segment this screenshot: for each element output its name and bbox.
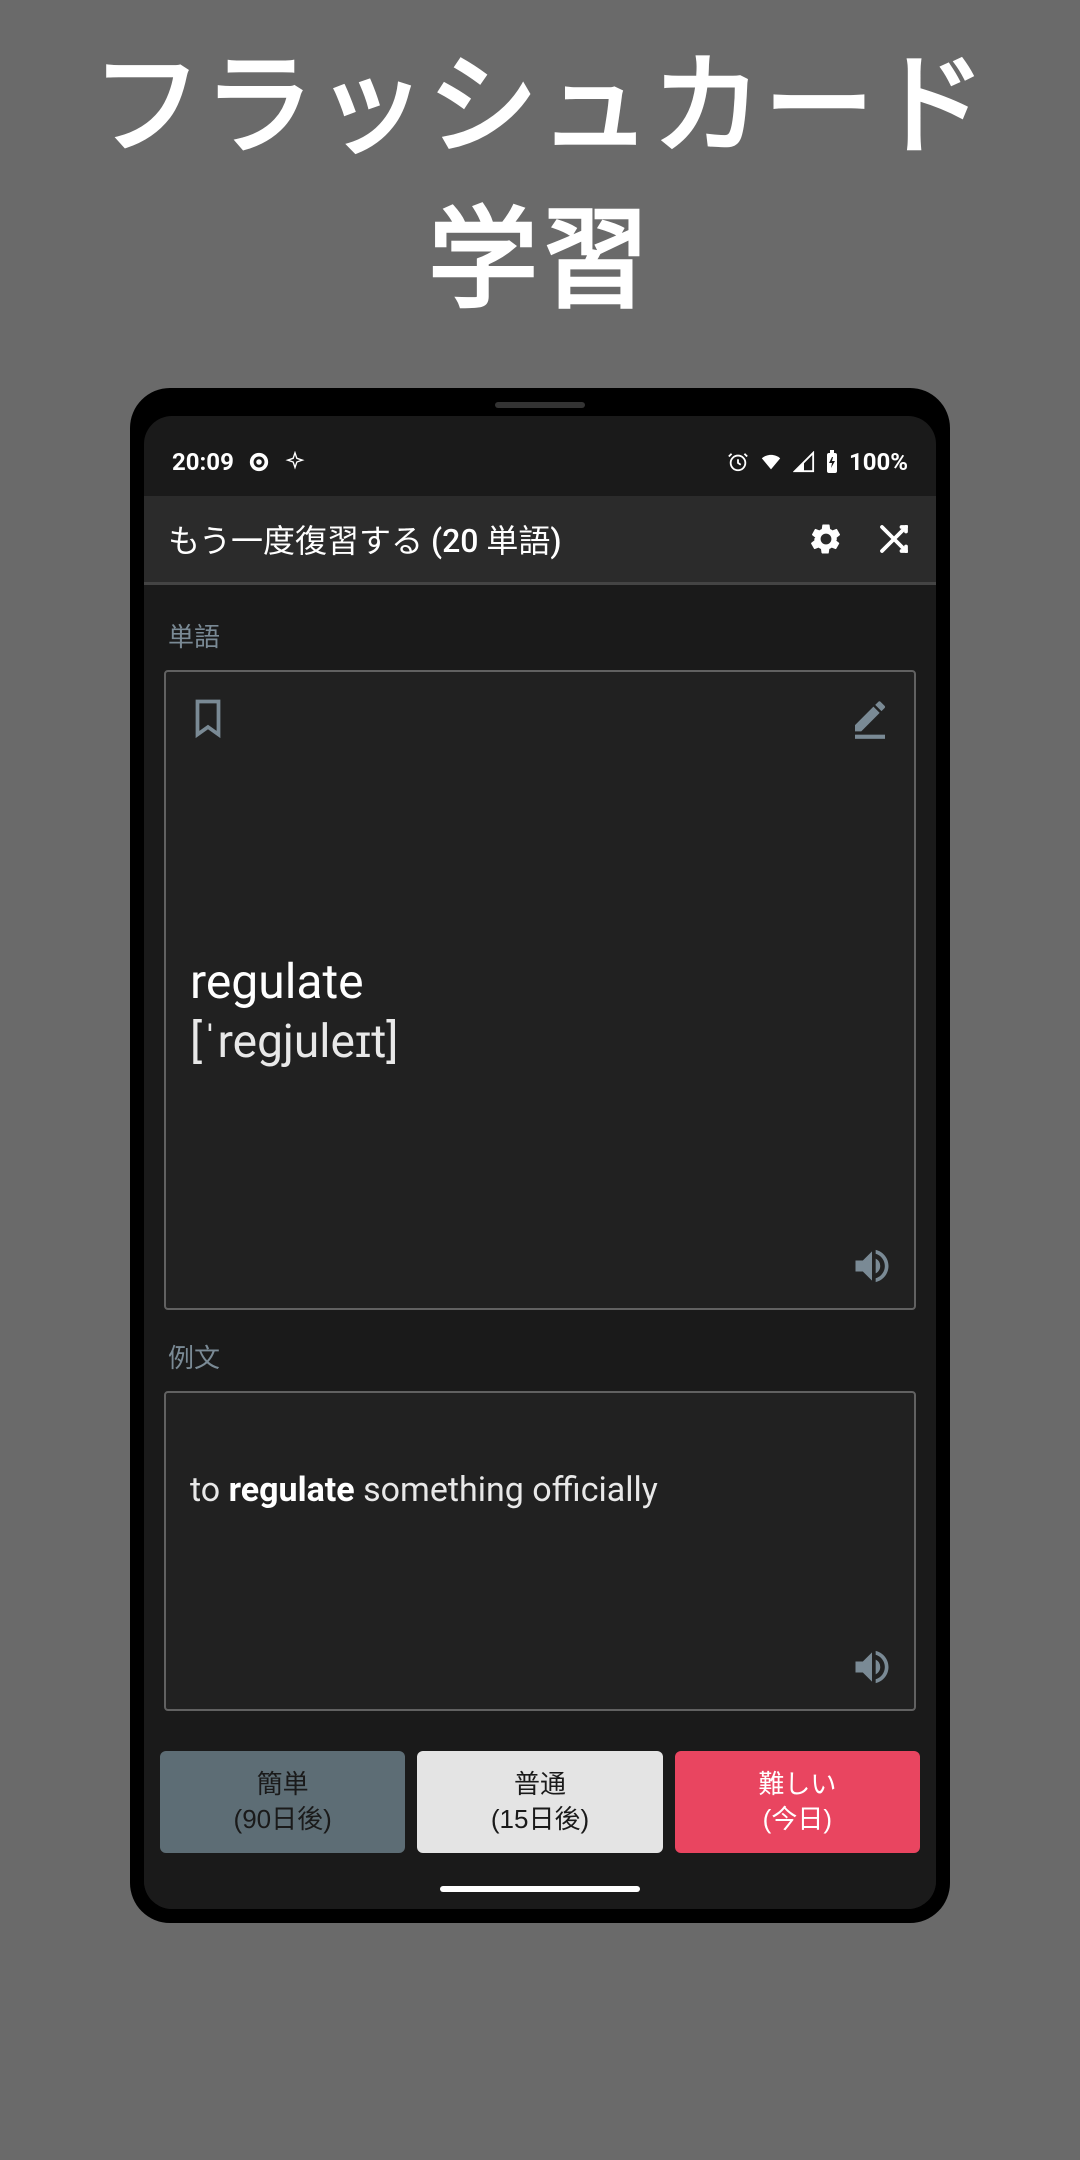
promo-line-2: 学習	[428, 196, 652, 325]
phone-speaker	[495, 402, 585, 408]
example-prefix: to	[190, 1470, 229, 1510]
sparkle-icon	[284, 451, 306, 473]
settings-button[interactable]	[808, 521, 844, 557]
difficulty-button-row: 簡単 (90日後) 普通 (15日後) 難しい (今日)	[144, 1731, 936, 1869]
app-bar: もう一度復習する (20 単語)	[144, 496, 936, 585]
status-time: 20:09	[172, 448, 234, 476]
phone-screen: 20:09	[144, 416, 936, 1909]
speaker-icon	[850, 1244, 894, 1288]
card-top-row	[190, 696, 890, 740]
pencil-icon	[850, 696, 890, 740]
easy-label: 簡単	[257, 1769, 309, 1799]
phone-frame: 20:09	[130, 388, 950, 1923]
battery-percent: 100%	[849, 448, 908, 476]
word-card-center: regulate [ˈregjuleɪt]	[190, 740, 890, 1284]
bookmark-icon	[190, 696, 226, 740]
content-area: 単語 regulate [ˈregjuleɪt]	[144, 585, 936, 1731]
hard-button[interactable]: 難しい (今日)	[675, 1751, 920, 1853]
example-text: to regulate something officially	[190, 1467, 890, 1515]
alarm-icon	[727, 451, 749, 473]
app-bar-title: もう一度復習する (20 単語)	[168, 516, 562, 562]
status-left: 20:09	[172, 448, 306, 476]
navigation-bar	[144, 1869, 936, 1909]
normal-button[interactable]: 普通 (15日後)	[417, 1751, 662, 1853]
shuffle-button[interactable]	[876, 521, 912, 557]
status-right: 100%	[727, 448, 908, 476]
word-speaker-button[interactable]	[850, 1244, 894, 1288]
example-section-label: 例文	[168, 1338, 912, 1375]
word-section-label: 単語	[168, 617, 912, 654]
nav-handle[interactable]	[440, 1886, 640, 1892]
easy-button[interactable]: 簡単 (90日後)	[160, 1751, 405, 1853]
bookmark-button[interactable]	[190, 696, 226, 740]
example-speaker-button[interactable]	[850, 1645, 894, 1689]
promo-title: フラッシュカード 学習	[0, 0, 1080, 388]
do-not-disturb-icon	[248, 451, 270, 473]
wifi-icon	[759, 451, 783, 473]
example-suffix: something officially	[355, 1470, 658, 1510]
example-bold: regulate	[229, 1470, 355, 1510]
app-bar-actions	[808, 521, 912, 557]
hard-label: 難しい	[758, 1769, 836, 1799]
speaker-icon	[850, 1645, 894, 1689]
signal-icon	[793, 451, 815, 473]
normal-sub: (15日後)	[425, 1802, 654, 1837]
promo-line-1: フラッシュカード	[92, 42, 988, 171]
battery-icon	[825, 450, 839, 474]
shuffle-icon	[876, 521, 912, 557]
word-card[interactable]: regulate [ˈregjuleɪt]	[164, 670, 916, 1310]
hard-sub: (今日)	[683, 1802, 912, 1837]
gear-icon	[808, 521, 844, 557]
word-text: regulate	[190, 951, 890, 1013]
normal-label: 普通	[514, 1769, 566, 1799]
example-card[interactable]: to regulate something officially	[164, 1391, 916, 1711]
easy-sub: (90日後)	[168, 1802, 397, 1837]
status-bar: 20:09	[144, 416, 936, 496]
edit-button[interactable]	[850, 696, 890, 740]
phonetic-text: [ˈregjuleɪt]	[190, 1013, 890, 1073]
